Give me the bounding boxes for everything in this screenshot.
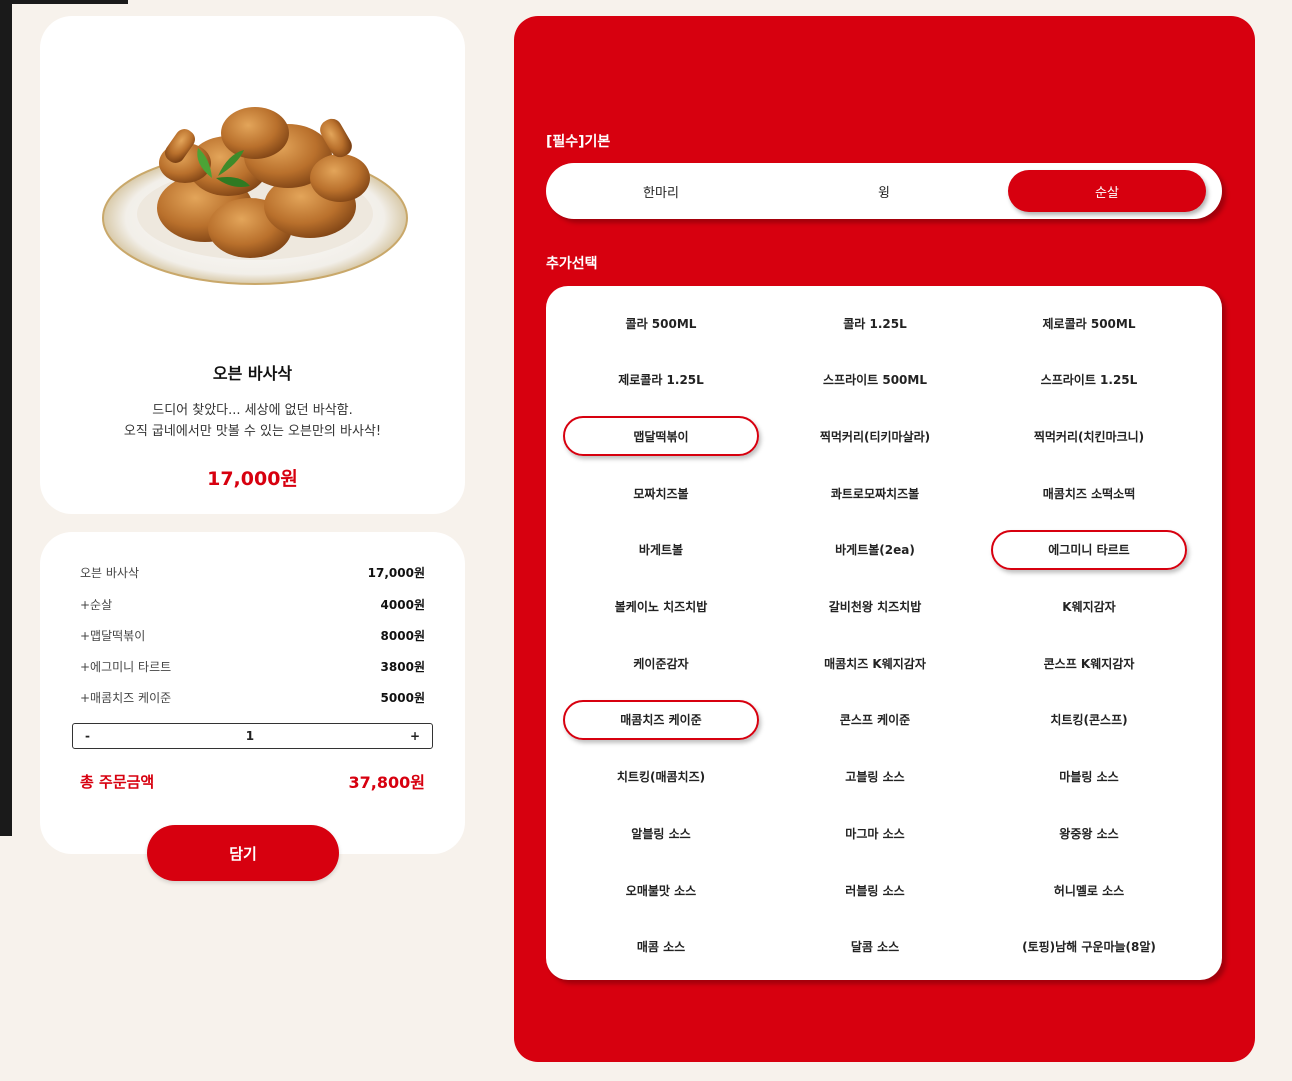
product-description-line1: 드디어 찾았다... 세상에 없던 바삭함. [152, 403, 353, 418]
addon-option[interactable]: 갈비천왕 치즈치밥 [777, 587, 973, 627]
add-to-cart-button[interactable]: 담기 [147, 825, 339, 881]
addon-option[interactable]: 스프라이트 1.25L [991, 360, 1187, 400]
addon-option[interactable]: 고블링 소스 [777, 757, 973, 797]
addon-option[interactable]: 콘스프 케이준 [777, 700, 973, 740]
addon-option[interactable]: 찍먹커리(티키마살라) [777, 416, 973, 456]
addon-option[interactable]: 매콤치즈 소떡소떡 [991, 473, 1187, 513]
summary-item-name: +순살 [80, 597, 113, 612]
addon-option[interactable]: 왕중왕 소스 [991, 813, 1187, 853]
quantity-stepper[interactable]: - 1 + [72, 723, 433, 749]
addon-option[interactable]: 찍먹커리(치킨마크니) [991, 416, 1187, 456]
addon-option[interactable]: 오매불맛 소스 [563, 870, 759, 910]
addon-option[interactable]: 허니멜로 소스 [991, 870, 1187, 910]
product-price: 17,000원 [207, 468, 298, 490]
addon-option[interactable]: 제로콜라 500ML [991, 303, 1187, 343]
base-options-title: [필수]기본 [546, 134, 611, 150]
addon-option[interactable]: 러블링 소스 [777, 870, 973, 910]
product-description: 드디어 찾았다... 세상에 없던 바삭함. 오직 굽네에서만 맛볼 수 있는 … [40, 400, 465, 442]
options-panel: [필수]기본 한마리 윙 순살 추가선택 콜라 500ML 콜라 1.25L 제로콜… [514, 16, 1255, 1062]
total-row: 총 주문금액 37,800원 [80, 769, 425, 793]
addon-option[interactable]: 스프라이트 500ML [777, 360, 973, 400]
addon-option[interactable]: 달콤 소스 [777, 927, 973, 967]
order-summary-card: 오븐 바사삭 17,000원 +순살 4000원 +맵달떡볶이 8000원 +에… [40, 532, 465, 854]
summary-item-price: 8000원 [380, 628, 425, 643]
addon-option[interactable]: 바게트볼 [563, 530, 759, 570]
summary-row: 오븐 바사삭 17,000원 [80, 562, 425, 582]
left-edge-bar [0, 0, 12, 836]
top-edge-bar [0, 0, 128, 4]
addon-option[interactable]: 제로콜라 1.25L [563, 360, 759, 400]
addon-option[interactable]: 알블링 소스 [563, 813, 759, 853]
addon-option[interactable]: 치트킹(콘스프) [991, 700, 1187, 740]
quantity-increase-button[interactable]: + [410, 729, 420, 743]
addon-option[interactable]: 에그미니 타르트 [991, 529, 1187, 570]
summary-item-price: 4000원 [380, 597, 425, 612]
summary-item-name: +에그미니 타르트 [80, 659, 172, 674]
fried-chicken-image [102, 107, 408, 285]
product-card: 오븐 바사삭 드디어 찾았다... 세상에 없던 바삭함. 오직 굽네에서만 맛… [40, 16, 465, 514]
summary-item-price: 3800원 [380, 659, 425, 674]
addon-option[interactable]: (토핑)남해 구운마늘(8알) [991, 927, 1187, 967]
summary-row: +매콤치즈 케이준 5000원 [80, 687, 425, 707]
addon-option[interactable]: 맵달떡볶이 [563, 416, 759, 457]
summary-row: +에그미니 타르트 3800원 [80, 656, 425, 676]
addon-options-grid: 콜라 500ML 콜라 1.25L 제로콜라 500ML 제로콜라 1.25L 스프라이… [546, 286, 1222, 980]
quantity-decrease-button[interactable]: - [85, 729, 90, 743]
addon-option[interactable]: 콘스프 K웨지감자 [991, 643, 1187, 683]
addon-options-title: 추가선택 [546, 256, 598, 272]
product-description-line2: 오직 굽네에서만 맛볼 수 있는 오븐만의 바사삭! [123, 424, 382, 439]
addon-option[interactable]: 마그마 소스 [777, 813, 973, 853]
quantity-value: 1 [245, 729, 255, 743]
addon-option[interactable]: 콜라 1.25L [777, 303, 973, 343]
summary-row: +순살 4000원 [80, 594, 425, 614]
summary-row: +맵달떡볶이 8000원 [80, 625, 425, 645]
addon-option[interactable]: 케이준감자 [563, 643, 759, 683]
addon-option[interactable]: 콰트로모짜치즈볼 [777, 473, 973, 513]
base-option-wing[interactable]: 윙 [785, 170, 983, 212]
base-option-whole[interactable]: 한마리 [562, 170, 760, 212]
summary-item-name: 오븐 바사삭 [80, 565, 140, 580]
summary-item-price: 5000원 [380, 690, 425, 705]
addon-option[interactable]: 마블링 소스 [991, 757, 1187, 797]
addon-option[interactable]: 매콤 소스 [563, 927, 759, 967]
base-option-boneless[interactable]: 순살 [1008, 170, 1206, 212]
base-option-toggle: 한마리 윙 순살 [546, 163, 1222, 219]
addon-option[interactable]: K웨지감자 [991, 587, 1187, 627]
product-name: 오븐 바사삭 [212, 364, 293, 383]
addon-option[interactable]: 매콤치즈 케이준 [563, 699, 759, 740]
summary-item-name: +매콤치즈 케이준 [80, 690, 172, 705]
addon-option[interactable]: 바게트볼(2ea) [777, 530, 973, 570]
addon-option[interactable]: 콜라 500ML [563, 303, 759, 343]
total-label: 총 주문금액 [80, 772, 155, 791]
addon-option[interactable]: 치트킹(매콤치즈) [563, 757, 759, 797]
summary-item-price: 17,000원 [367, 565, 425, 580]
total-amount: 37,800원 [348, 773, 425, 792]
summary-item-name: +맵달떡볶이 [80, 628, 146, 643]
addon-option[interactable]: 모짜치즈볼 [563, 473, 759, 513]
addon-option[interactable]: 볼케이노 치즈치밥 [563, 587, 759, 627]
addon-option[interactable]: 매콤치즈 K웨지감자 [777, 643, 973, 683]
